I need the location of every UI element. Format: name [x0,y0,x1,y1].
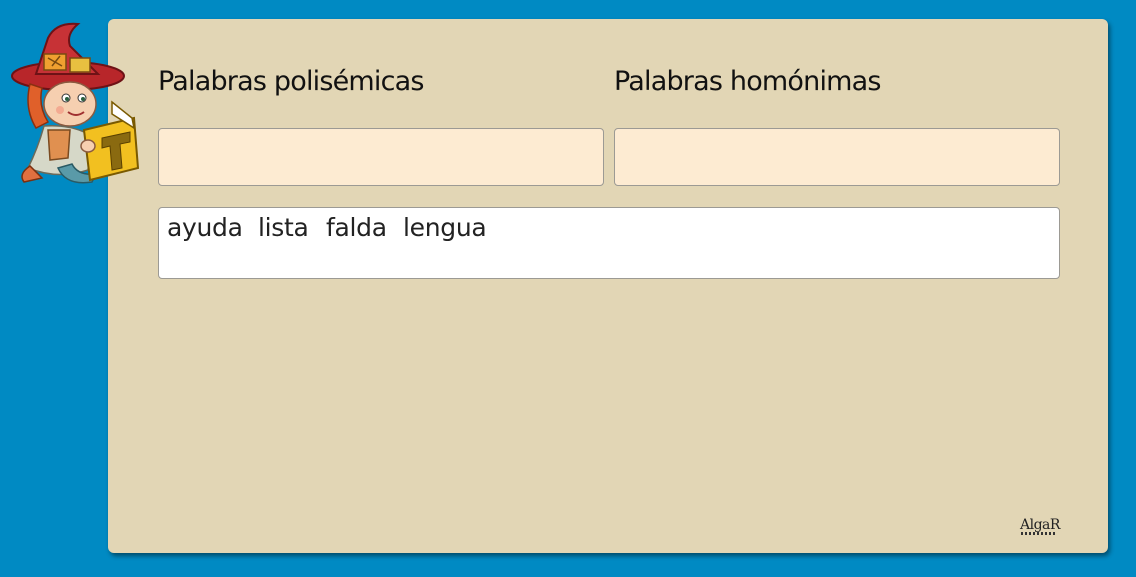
homonyms-column-title: Palabras homónimas [614,66,881,97]
witch-reading-book-icon [11,22,140,184]
algar-logo: AlgaR [1020,517,1060,539]
polysemous-drop-zone[interactable] [158,128,604,186]
word-bank: ayuda lista falda lengua [158,207,1060,279]
word-tile[interactable]: ayuda [167,213,243,242]
word-tile[interactable]: lista [258,213,309,242]
logo-underline [1021,532,1057,535]
activity-card [108,19,1108,553]
homonyms-drop-zone[interactable] [614,128,1060,186]
word-tile[interactable]: falda [326,213,387,242]
logo-text: AlgaR [1020,517,1060,533]
word-tile[interactable]: lengua [403,213,487,242]
polysemous-column-title: Palabras polisémicas [158,66,425,97]
